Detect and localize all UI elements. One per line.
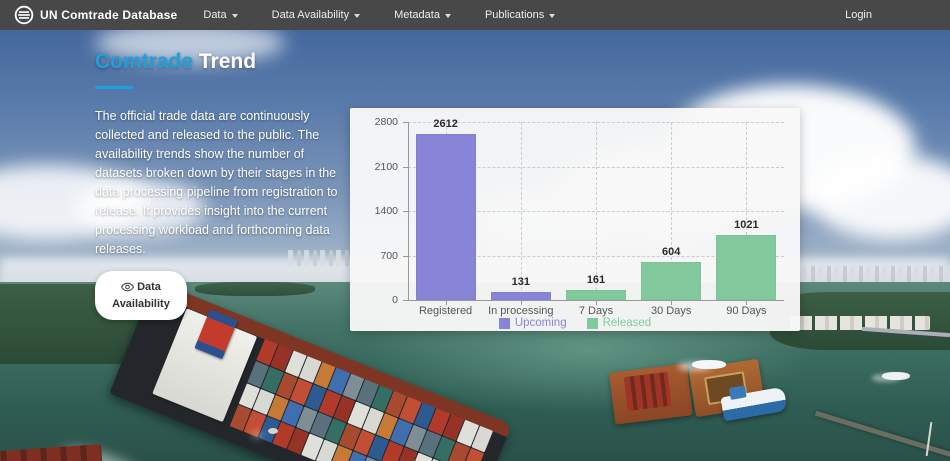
legend-label: Upcoming	[515, 317, 567, 329]
availability-chart-panel: 07001400210028002612Registered131In proc…	[350, 108, 800, 331]
chevron-down-icon	[549, 14, 555, 18]
jetski	[268, 428, 278, 434]
x-axis-tick	[521, 301, 522, 305]
y-axis-tick-label: 0	[350, 294, 398, 306]
legend-swatch-icon	[587, 318, 598, 329]
bar-30-days[interactable]	[641, 262, 701, 300]
y-axis-line	[408, 122, 409, 300]
x-axis-tick	[746, 301, 747, 305]
x-axis-tick	[671, 301, 672, 305]
x-axis-tick	[446, 301, 447, 305]
chevron-down-icon	[232, 14, 238, 18]
x-axis-tick	[596, 301, 597, 305]
chart-legend: Upcoming Released	[350, 317, 800, 329]
y-axis-tick-label: 2100	[350, 161, 398, 173]
bar-value-label: 2612	[411, 118, 481, 130]
speedboat	[692, 360, 726, 369]
bar-value-label: 1021	[711, 219, 781, 231]
nav-menu: Data Data Availability Metadata Publicat…	[203, 9, 555, 21]
bar-value-label: 161	[561, 274, 631, 286]
port-buildings	[790, 316, 930, 330]
brand-title: UN Comtrade Database	[40, 8, 177, 22]
legend-item-upcoming[interactable]: Upcoming	[499, 317, 567, 329]
hero-content: Comtrade Trend The official trade data a…	[95, 50, 345, 320]
page-title-rest: Trend	[199, 50, 256, 73]
legend-swatch-icon	[499, 318, 510, 329]
tugboat-cabin	[729, 385, 747, 400]
bar-7-days[interactable]	[566, 290, 626, 300]
y-axis-tick-label: 1400	[350, 205, 398, 217]
bar-registered[interactable]	[416, 134, 476, 300]
chevron-down-icon	[445, 14, 451, 18]
page-title: Comtrade Trend	[95, 50, 345, 74]
legend-item-released[interactable]: Released	[587, 317, 652, 329]
legend-label: Released	[603, 317, 652, 329]
title-underline	[95, 86, 133, 89]
nav-item-metadata[interactable]: Metadata	[394, 9, 451, 21]
login-link[interactable]: Login	[845, 9, 936, 21]
data-availability-button[interactable]: Data Availability	[95, 271, 187, 320]
bar-90-days[interactable]	[716, 235, 776, 300]
nav-item-publications[interactable]: Publications	[485, 9, 555, 21]
brand-home-link[interactable]: UN Comtrade Database	[14, 5, 177, 25]
nav-item-data-availability[interactable]: Data Availability	[272, 9, 360, 21]
availability-bar-chart: 07001400210028002612Registered131In proc…	[350, 108, 800, 331]
speedboat	[882, 372, 910, 380]
hero-description: The official trade data are continuously…	[95, 107, 345, 259]
barge-crane	[624, 372, 672, 411]
un-comtrade-logo-icon	[14, 5, 34, 25]
y-axis-tick-label: 700	[350, 250, 398, 262]
un-comtrade-page: UN Comtrade Database Data Data Availabil…	[0, 0, 950, 461]
hero-section: Comtrade Trend The official trade data a…	[0, 30, 950, 461]
top-navbar: UN Comtrade Database Data Data Availabil…	[0, 0, 950, 30]
bar-value-label: 131	[486, 276, 556, 288]
bar-value-label: 604	[636, 246, 706, 258]
page-title-highlight: Comtrade	[95, 50, 193, 73]
eye-icon	[121, 282, 134, 292]
y-axis-tick-label: 2800	[350, 116, 398, 128]
chevron-down-icon	[354, 14, 360, 18]
x-gridline	[521, 122, 522, 300]
bar-in-processing[interactable]	[491, 292, 551, 300]
barge	[609, 363, 693, 424]
x-axis-category-label: 90 Days	[701, 305, 791, 317]
nav-item-data[interactable]: Data	[203, 9, 237, 21]
